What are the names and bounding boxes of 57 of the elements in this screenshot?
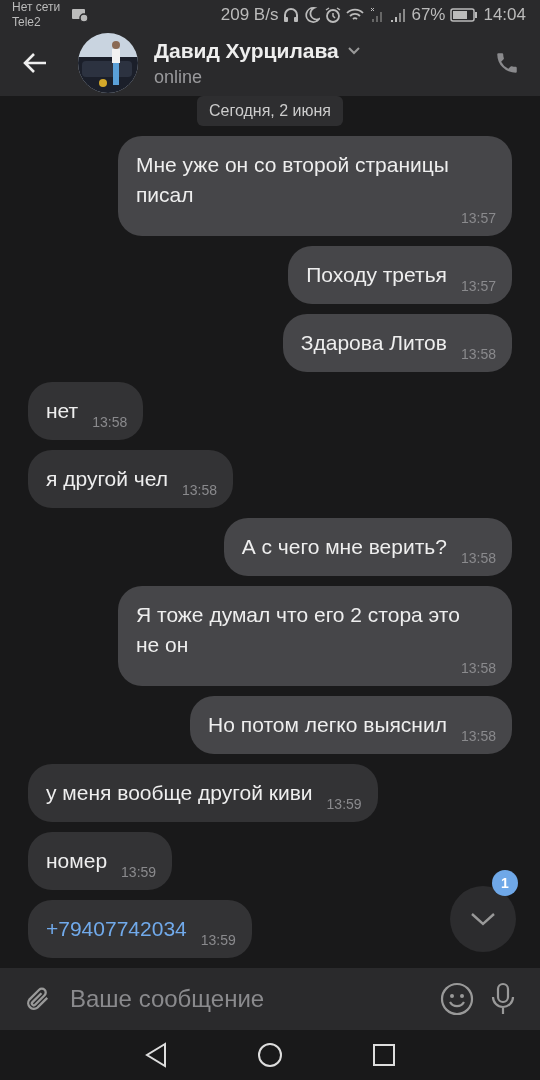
message-text: у меня вообще другой киви bbox=[46, 780, 313, 806]
message-bubble[interactable]: Я тоже думал что его 2 стора это не он 13:58 bbox=[118, 586, 512, 686]
unread-badge: 1 bbox=[492, 870, 518, 896]
message-bubble[interactable]: нет 13:58 bbox=[28, 382, 144, 440]
back-arrow-icon[interactable] bbox=[22, 52, 48, 75]
chevron-down-icon[interactable] bbox=[470, 911, 496, 927]
network-speed: 209 B/s bbox=[220, 5, 279, 26]
moon-icon bbox=[304, 7, 321, 24]
message-bubble[interactable]: я другой чел 13:58 bbox=[28, 450, 234, 508]
carrier-name: Tele2 bbox=[12, 15, 42, 31]
mail-icon bbox=[71, 7, 90, 24]
composer-bar[interactable]: Ваше сообщение bbox=[0, 968, 540, 1031]
message-time: 13:58 bbox=[460, 550, 496, 566]
phone-link[interactable]: +79407742034 bbox=[46, 914, 187, 944]
contact-name[interactable]: Давид Хурцилава bbox=[154, 38, 339, 63]
message-bubble[interactable]: у меня вообще другой киви 13:59 bbox=[28, 764, 378, 822]
recents-nav-icon[interactable] bbox=[371, 1043, 396, 1068]
message-bubble[interactable]: Мне уже он со второй страницы писал 13:57 bbox=[118, 136, 512, 236]
message-bubble[interactable]: Но потом легко выяснил 13:58 bbox=[190, 696, 512, 754]
message-time: 13:58 bbox=[460, 728, 496, 744]
message-time: 13:58 bbox=[182, 482, 218, 498]
message-time: 13:59 bbox=[326, 796, 362, 812]
message-bubble[interactable]: А с чего мне верить? 13:58 bbox=[223, 518, 512, 576]
message-text: нет bbox=[46, 398, 79, 424]
message-time: 13:57 bbox=[460, 278, 496, 294]
message-time: 13:57 bbox=[460, 210, 496, 226]
emoji-icon[interactable] bbox=[440, 982, 474, 1017]
message-bubble[interactable]: номер 13:59 bbox=[28, 832, 173, 890]
microphone-icon[interactable] bbox=[490, 982, 516, 1017]
message-text: Здарова Литов bbox=[300, 330, 447, 356]
battery-percent: 67% bbox=[411, 5, 446, 26]
message-time: 13:59 bbox=[121, 864, 157, 880]
message-time: 13:58 bbox=[92, 414, 128, 430]
message-text: номер bbox=[46, 848, 108, 874]
message-input[interactable]: Ваше сообщение bbox=[68, 984, 424, 1015]
network-status: Нет сети bbox=[12, 0, 61, 16]
message-text: А с чего мне верить? bbox=[241, 534, 447, 560]
message-time: 13:58 bbox=[460, 660, 496, 676]
message-text: Но потом легко выяснил bbox=[208, 712, 447, 738]
message-bubble[interactable]: +79407742034 13:59 bbox=[28, 900, 252, 958]
presence-status: online bbox=[154, 66, 204, 88]
signal-icon bbox=[390, 7, 407, 24]
message-text: я другой чел bbox=[46, 466, 169, 492]
message-bubble[interactable]: Здарова Литов 13:58 bbox=[282, 314, 512, 372]
alarm-icon bbox=[325, 7, 342, 24]
message-time: 13:59 bbox=[200, 932, 236, 948]
message-text: Я тоже думал что его 2 стора это не он bbox=[136, 602, 461, 658]
message-bubble[interactable]: Походу третья 13:57 bbox=[288, 246, 512, 304]
chevron-down-icon[interactable] bbox=[346, 45, 361, 56]
message-text: Мне уже он со второй страницы писал bbox=[136, 152, 450, 208]
clock: 14:04 bbox=[483, 5, 526, 26]
message-time: 13:58 bbox=[460, 346, 496, 362]
back-nav-icon[interactable] bbox=[144, 1042, 169, 1069]
headphones-icon bbox=[283, 7, 300, 24]
battery-icon bbox=[450, 8, 479, 23]
message-text: Походу третья bbox=[306, 262, 447, 288]
home-nav-icon[interactable] bbox=[257, 1042, 283, 1069]
